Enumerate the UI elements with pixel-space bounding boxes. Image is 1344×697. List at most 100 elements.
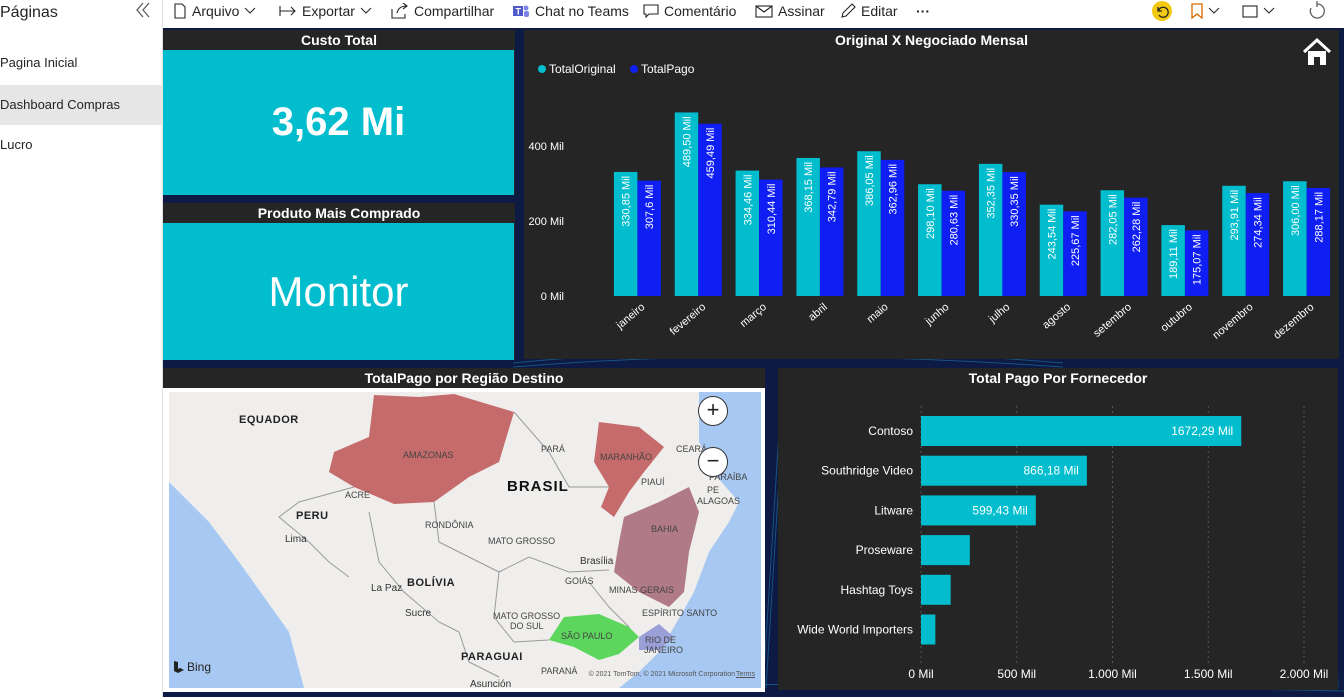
map-terms-link[interactable]: Terms — [736, 671, 755, 678]
label-la-paz: La Paz — [371, 583, 403, 594]
map[interactable]: EQUADOR AMAZONAS PARÁ MARANHÃO CEARÁ BRA… — [169, 392, 761, 688]
bar-data-label: 280,63 Mil — [948, 195, 960, 246]
chevron-down-icon — [245, 7, 256, 14]
bar-data-label: 599,43 Mil — [972, 503, 1027, 517]
y-tick-label: 400 Mil — [529, 141, 564, 153]
supplier-chart-panel[interactable]: Total Pago Por Fornecedor 0 Mil 500 Mil 1.… — [778, 368, 1338, 690]
teams-label: Chat no Teams — [535, 3, 629, 19]
bar-data-label: 288,17 Mil — [1313, 192, 1325, 243]
more-options-button[interactable]: ··· — [916, 0, 930, 22]
x-tick-label: dezembro — [1271, 301, 1316, 342]
chevron-down-icon — [1208, 7, 1220, 14]
subscribe-button[interactable]: Assinar — [755, 0, 825, 22]
x-tick-label: junho — [922, 301, 951, 328]
file-label: Arquivo — [192, 3, 240, 19]
label-asuncion: Asunción — [470, 679, 512, 688]
label-pe: PE — [707, 485, 720, 495]
comment-label: Comentário — [664, 3, 737, 19]
legend-label: TotalOriginal — [549, 62, 616, 76]
collapse-chevron-icon[interactable] — [133, 0, 153, 26]
bar-data-label: 189,11 Mil — [1168, 229, 1180, 279]
custo-total-title: Custo Total — [301, 32, 377, 48]
bar-data-label: 262,28 Mil — [1131, 202, 1143, 253]
bing-logo: Bing — [173, 660, 211, 674]
page-item-label: Lucro — [0, 137, 33, 152]
comment-icon — [643, 4, 659, 19]
bar-data-label: 243,54 Mil — [1047, 209, 1059, 260]
custo-total-card[interactable]: Custo Total 3,62 Mi — [163, 30, 515, 195]
share-label: Compartilhar — [414, 3, 495, 19]
label-paraguai: PARAGUAI — [461, 651, 523, 663]
bar-data-label: 1672,29 Mil — [1171, 424, 1233, 438]
file-icon — [174, 3, 186, 19]
bar-data-label: 306,00 Mil — [1290, 185, 1302, 236]
x-tick-label: novembro — [1210, 301, 1255, 342]
pages-title: Páginas — [0, 4, 58, 21]
y-category-label: Proseware — [856, 543, 914, 557]
x-tick-label: 2.000 Mil — [1280, 667, 1329, 681]
refresh-button[interactable] — [1308, 0, 1326, 22]
bar-supplier[interactable] — [921, 614, 936, 645]
share-button[interactable]: Compartilhar — [391, 0, 494, 22]
produto-card[interactable]: Produto Mais Comprado Monitor — [163, 203, 515, 360]
x-tick-label: março — [738, 301, 769, 330]
label-bahia: BAHIA — [651, 524, 679, 534]
label-equador: EQUADOR — [239, 414, 299, 426]
label-espirito-santo: ESPÍRITO SANTO — [642, 608, 718, 618]
reset-button[interactable] — [1150, 0, 1174, 22]
bar-data-label: 386,05 Mil — [864, 155, 876, 206]
file-menu-button[interactable]: Arquivo — [173, 0, 256, 22]
label-sao-paulo: SÃO PAULO — [561, 631, 613, 641]
edit-button[interactable]: Editar — [840, 0, 898, 22]
legend-marker — [630, 65, 638, 73]
x-tick-label: agosto — [1040, 301, 1073, 331]
bar-data-label: 459,49 Mil — [705, 128, 717, 179]
export-arrow-icon — [279, 6, 296, 16]
export-menu-button[interactable]: Exportar — [279, 0, 372, 22]
chevron-down-icon — [360, 7, 372, 14]
page-item-lucro[interactable]: Lucro — [0, 125, 163, 165]
share-icon — [391, 3, 408, 19]
page-item-dashboard-compras[interactable]: Dashboard Compras — [0, 85, 163, 125]
teams-icon: T — [513, 5, 529, 17]
x-tick-label: outubro — [1159, 301, 1195, 334]
label-brasilia: Brasília — [580, 556, 614, 567]
custo-total-value: 3,62 Mi — [163, 50, 514, 195]
bing-label: Bing — [187, 660, 212, 674]
x-tick-label: abril — [806, 301, 830, 324]
reset-icon — [1152, 1, 1172, 21]
bookmark-icon — [1191, 3, 1203, 19]
x-tick-label: maio — [865, 301, 891, 326]
label-rio: RIO DE — [645, 635, 677, 645]
teams-chat-button[interactable]: T Chat no Teams — [512, 0, 629, 22]
produto-title: Produto Mais Comprado — [257, 205, 421, 221]
bar-data-label: 274,34 Mil — [1253, 197, 1265, 248]
y-category-label: Contoso — [868, 424, 913, 438]
x-tick-label: 0 Mil — [908, 667, 933, 681]
bar-data-label: 310,44 Mil — [766, 184, 778, 235]
label-parana: PARANÁ — [541, 666, 578, 676]
monthly-chart-panel[interactable]: Original X Negociado Mensal 0 Mil 200 Mil… — [524, 30, 1339, 359]
map-title: TotalPago por Região Destino — [163, 368, 765, 388]
svg-text:T: T — [516, 7, 522, 17]
view-button[interactable] — [1242, 0, 1275, 22]
bar-data-label: 362,96 Mil — [888, 164, 900, 215]
supplier-chart: 0 Mil 500 Mil 1.000 Mil 1.500 Mil 2.000 Mil C… — [797, 406, 1329, 681]
bar-supplier[interactable] — [921, 574, 951, 605]
bar-supplier[interactable] — [921, 535, 970, 566]
zoom-in-button[interactable]: + — [698, 396, 728, 426]
bookmark-button[interactable] — [1191, 0, 1220, 22]
comment-button[interactable]: Comentário — [643, 0, 736, 22]
zoom-out-button[interactable]: − — [698, 447, 728, 477]
bar-data-label: 298,10 Mil — [925, 188, 937, 239]
page-item-inicial[interactable]: Pagina Inicial — [0, 43, 163, 83]
bar-data-label: 489,50 Mil — [682, 116, 694, 167]
y-tick-label: 0 Mil — [541, 291, 564, 303]
toolbar: Arquivo Exportar Compartilhar T Chat no … — [163, 0, 1344, 28]
page-item-label: Pagina Inicial — [0, 55, 78, 70]
label-para: PARÁ — [541, 444, 565, 454]
bar-data-label: 293,91 Mil — [1229, 190, 1241, 241]
map-copyright: © 2021 TomTom, © 2021 Microsoft Corporat… — [588, 671, 735, 678]
x-tick-label: janeiro — [614, 301, 648, 332]
bing-icon — [174, 661, 184, 673]
